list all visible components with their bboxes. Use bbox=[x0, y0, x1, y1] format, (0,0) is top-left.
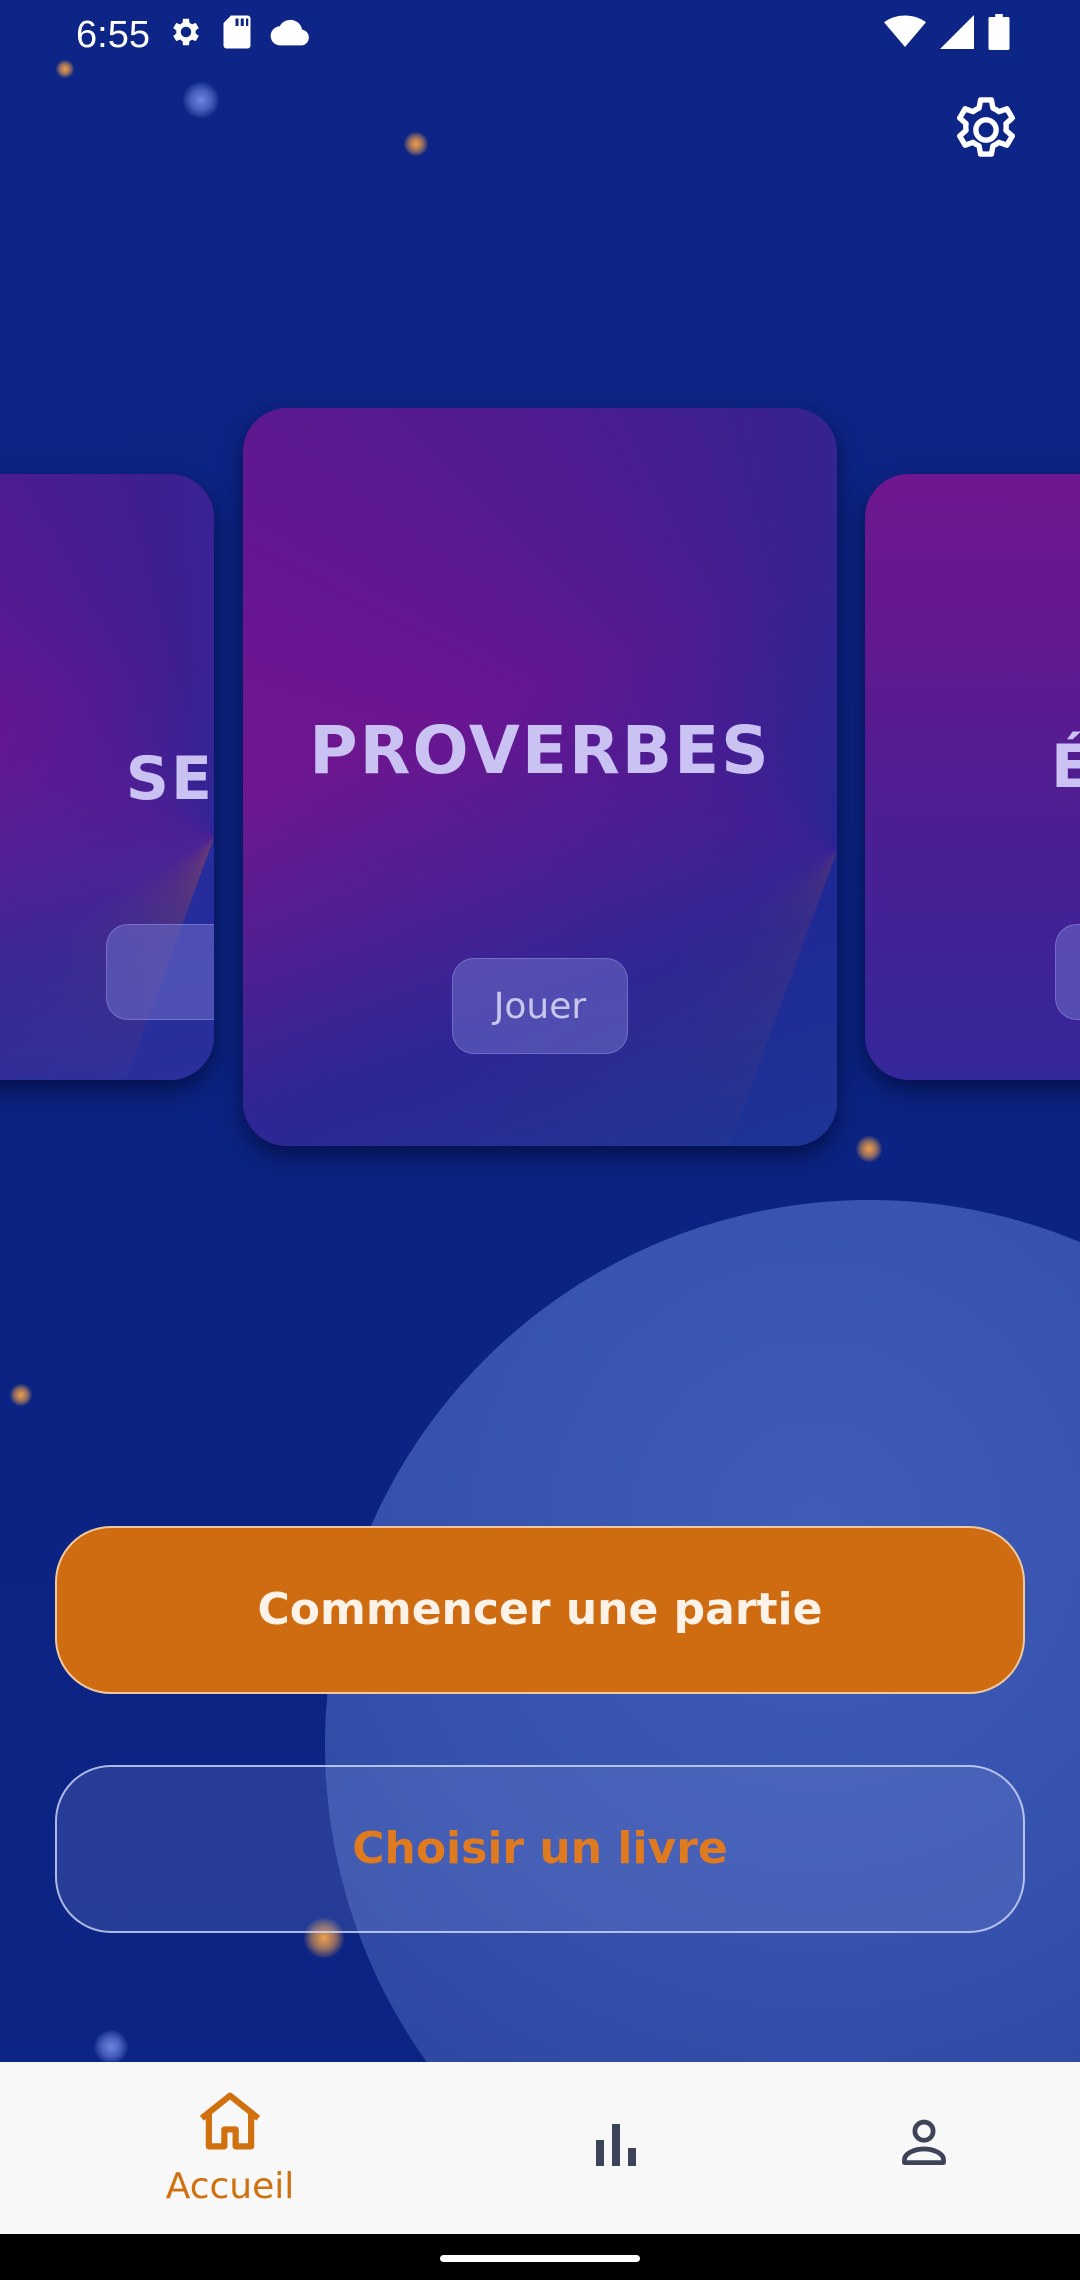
cloud-icon bbox=[270, 17, 310, 51]
bar-chart-icon bbox=[594, 2124, 638, 2170]
play-button[interactable] bbox=[106, 924, 214, 1020]
nav-item-profile[interactable] bbox=[876, 2062, 976, 2234]
card-title: É bbox=[1051, 732, 1080, 802]
wifi-icon bbox=[884, 15, 926, 53]
game-card-proverbes[interactable]: PROVERBES Jouer bbox=[243, 408, 837, 1146]
choose-book-button[interactable]: Choisir un livre bbox=[55, 1765, 1025, 1933]
bottom-nav: Accueil bbox=[0, 2062, 1080, 2234]
gesture-handle[interactable] bbox=[440, 2255, 640, 2262]
status-icons-right bbox=[884, 14, 1010, 54]
status-icons-left bbox=[168, 14, 310, 54]
star-decoration bbox=[183, 82, 219, 118]
star-decoration bbox=[10, 1384, 32, 1406]
person-icon bbox=[898, 2116, 950, 2172]
star-decoration bbox=[94, 2030, 128, 2064]
signal-icon bbox=[940, 15, 974, 53]
play-button[interactable]: Jouer bbox=[452, 958, 628, 1054]
start-game-button[interactable]: Commencer une partie bbox=[55, 1526, 1025, 1694]
gear-icon bbox=[948, 97, 1024, 172]
home-icon bbox=[196, 2090, 264, 2156]
card-title: PROVERBES bbox=[309, 712, 771, 789]
nav-item-home[interactable]: Accueil bbox=[130, 2062, 330, 2234]
card-title: SE bbox=[125, 744, 214, 814]
status-time: 6:55 bbox=[76, 14, 150, 56]
sd-card-icon bbox=[222, 14, 252, 54]
nav-item-stats[interactable] bbox=[566, 2062, 666, 2234]
battery-icon bbox=[988, 14, 1010, 54]
settings-button[interactable] bbox=[948, 92, 1024, 170]
nav-label-home: Accueil bbox=[165, 2166, 295, 2207]
status-bar: 6:55 bbox=[0, 0, 1080, 70]
home-screen: 6:55 SE É PROVERBES Jouer Commencer une … bbox=[0, 0, 1080, 2280]
gear-icon bbox=[168, 14, 204, 54]
star-decoration bbox=[856, 1136, 882, 1162]
star-decoration bbox=[404, 132, 428, 156]
game-card-left[interactable]: SE bbox=[0, 474, 214, 1080]
game-card-right[interactable]: É bbox=[865, 474, 1080, 1080]
play-button[interactable] bbox=[1055, 924, 1080, 1020]
